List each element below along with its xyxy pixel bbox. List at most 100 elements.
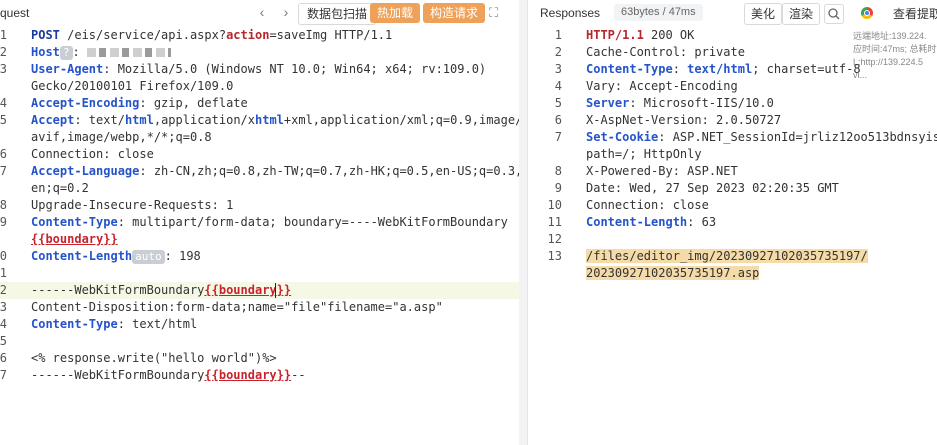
code-token: Gecko/20100101 Firefox/109.0 — [31, 79, 234, 93]
code-token: {{boundary}} — [204, 368, 292, 382]
code-token: Set-Cookie — [586, 130, 659, 144]
hot-load-button[interactable]: 热加载 — [370, 3, 421, 23]
code-text: X-Powered-By: ASP.NET — [586, 163, 738, 180]
code-text: Connection: close — [586, 197, 709, 214]
request-title: quest — [0, 6, 30, 20]
code-line[interactable]: 8 X-Powered-By: ASP.NET — [528, 163, 937, 180]
code-token: path=/; HttpOnly — [586, 147, 702, 161]
code-line[interactable]: 13 Content-Disposition:form-data;name="fi… — [0, 299, 519, 316]
code-token: User-Agent — [31, 62, 104, 76]
code-token: +xml,application/xml;q=0.9,image/ — [283, 113, 519, 127]
code-token: : zh-CN,zh;q=0.8,zh-TW;q=0.7,zh-HK;q=0.5… — [139, 164, 519, 178]
code-line[interactable]: {{boundary}} — [0, 231, 519, 248]
code-line[interactable]: 5 Server: Microsoft-IIS/10.0 — [528, 95, 937, 112]
responses-tab[interactable]: Responses — [528, 4, 612, 22]
code-line[interactable]: 5 Accept: text/html,application/xhtml+xml… — [0, 112, 519, 129]
code-line[interactable]: avif,image/webp,*/*;q=0.8 — [0, 129, 519, 146]
build-request-button[interactable]: 构造请求 — [423, 3, 486, 23]
code-token: : 63 — [687, 215, 717, 229]
line-number: 7 — [0, 164, 7, 178]
code-line[interactable]: 9 Content-Type: multipart/form-data; boun… — [0, 214, 519, 231]
code-line[interactable]: 9 Date: Wed, 27 Sep 2023 02:20:35 GMT — [528, 180, 937, 197]
chrome-icon[interactable] — [861, 7, 873, 19]
code-token: html — [255, 113, 284, 127]
code-text: /files/editor_img/20230927102035735197/ — [586, 248, 868, 265]
line-number: 4 — [0, 96, 7, 110]
code-line[interactable]: 8 Upgrade-Insecure-Requests: 1 — [0, 197, 519, 214]
chevron-right-icon[interactable]: › — [278, 4, 294, 20]
code-token: HTTP/1.1 — [586, 28, 644, 42]
line-number: 7 — [554, 130, 562, 144]
masked-host-value — [86, 48, 171, 57]
code-token: : multipart/form-data; boundary=----WebK… — [117, 215, 508, 229]
code-line[interactable]: 10 Connection: close — [528, 197, 937, 214]
code-line[interactable]: 11 — [0, 265, 519, 282]
hint-badge: auto — [132, 250, 165, 264]
line-number: 12 — [0, 283, 7, 297]
search-icon[interactable] — [824, 4, 844, 24]
code-token: Content-Length — [586, 215, 688, 229]
line-number: 11 — [0, 266, 7, 280]
code-line[interactable]: 11 Content-Length: 63 — [528, 214, 937, 231]
code-line[interactable]: 2 Host?: — [0, 44, 519, 61]
code-line[interactable]: 4 Accept-Encoding: gzip, deflate — [0, 95, 519, 112]
code-line[interactable]: 12 — [528, 231, 937, 248]
code-token: /eis/service/api.aspx? — [59, 28, 227, 42]
code-line[interactable]: 14 Content-Type: text/html — [0, 316, 519, 333]
code-token: : — [672, 62, 688, 76]
code-line[interactable]: 7 Set-Cookie: ASP.NET_SessionId=jrliz12oo… — [528, 129, 937, 146]
view-extract-results-button[interactable]: 查看提取结 — [893, 5, 937, 22]
code-token: : Microsoft-IIS/10.0 — [629, 96, 774, 110]
code-token: ,application/x — [153, 113, 255, 127]
render-button[interactable]: 渲染 — [782, 3, 821, 25]
code-line[interactable]: path=/; HttpOnly — [528, 146, 937, 163]
line-number: 6 — [0, 147, 7, 161]
code-token: : — [72, 45, 87, 59]
code-line[interactable]: 7 Accept-Language: zh-CN,zh;q=0.8,zh-TW;q… — [0, 163, 519, 180]
response-editor[interactable]: 1 HTTP/1.1 200 OK 2 Cache-Control: private 3… — [528, 27, 937, 445]
code-line[interactable]: 10 Content-Lengthauto: 198 — [0, 248, 519, 265]
code-line[interactable]: en;q=0.2 — [0, 180, 519, 197]
code-line[interactable]: 15 — [0, 333, 519, 350]
code-text: Cache-Control: private — [586, 44, 745, 61]
code-token: Server — [586, 96, 630, 110]
request-editor[interactable]: 1 POST /eis/service/api.aspx?action=saveI… — [0, 27, 519, 445]
hint-badge: ? — [59, 46, 73, 60]
code-token: Content-Disposition:form-data;name="file… — [31, 300, 443, 314]
code-line[interactable]: 3 Content-Type: text/html; charset=utf-8 — [528, 61, 937, 78]
code-line[interactable]: 20230927102035735197.asp — [528, 265, 937, 282]
code-line[interactable]: 1 POST /eis/service/api.aspx?action=saveI… — [0, 27, 519, 44]
code-token: text/html — [687, 62, 753, 76]
code-line[interactable]: 3 User-Agent: Mozilla/5.0 (Windows NT 10.… — [0, 61, 519, 78]
code-token: html — [124, 113, 154, 127]
packet-scan-button[interactable]: 数据包扫描 — [298, 3, 377, 25]
code-line[interactable]: 13/files/editor_img/20230927102035735197… — [528, 248, 937, 265]
code-token: Connection: close — [586, 198, 709, 212]
code-line[interactable]: 17 ------WebKitFormBoundary{{boundary}}-- — [0, 367, 519, 384]
code-line[interactable]: 4 Vary: Accept-Encoding — [528, 78, 937, 95]
beautify-button[interactable]: 美化 — [744, 3, 783, 25]
code-line[interactable]: 2 Cache-Control: private — [528, 44, 937, 61]
code-line[interactable]: 12 ------WebKitFormBoundary{{boundary}} — [0, 282, 519, 299]
code-token: Host — [31, 45, 60, 59]
request-panel: quest ‹ › 数据包扫描 热加载 构造请求 ⛶ 1 POST /eis/se… — [0, 0, 519, 445]
line-number: 11 — [547, 215, 562, 229]
code-token: 20230927102035735197.asp — [586, 266, 760, 280]
code-text: HTTP/1.1 200 OK — [586, 27, 694, 44]
pane-splitter[interactable] — [519, 0, 527, 445]
code-line[interactable]: 16 <% response.write("hello world")%> — [0, 350, 519, 367]
chevron-left-icon[interactable]: ‹ — [254, 4, 270, 20]
code-line[interactable]: Gecko/20100101 Firefox/109.0 — [0, 78, 519, 95]
code-token: ------WebKitFormBoundary — [31, 283, 205, 297]
code-line[interactable]: 6 X-AspNet-Version: 2.0.50727 — [528, 112, 937, 129]
code-line[interactable]: 6 Connection: close — [0, 146, 519, 163]
code-token: Content-Type — [31, 317, 118, 331]
code-token: : 198 — [164, 249, 201, 263]
code-text: ------WebKitFormBoundary{{boundary}}-- — [31, 367, 306, 384]
code-text: Content-Type: multipart/form-data; bound… — [31, 214, 508, 231]
line-number: 12 — [547, 232, 562, 246]
line-number: 14 — [0, 317, 7, 331]
code-line[interactable]: 1 HTTP/1.1 200 OK — [528, 27, 937, 44]
expand-icon[interactable]: ⛶ — [489, 5, 498, 21]
code-token: : gzip, deflate — [139, 96, 248, 110]
